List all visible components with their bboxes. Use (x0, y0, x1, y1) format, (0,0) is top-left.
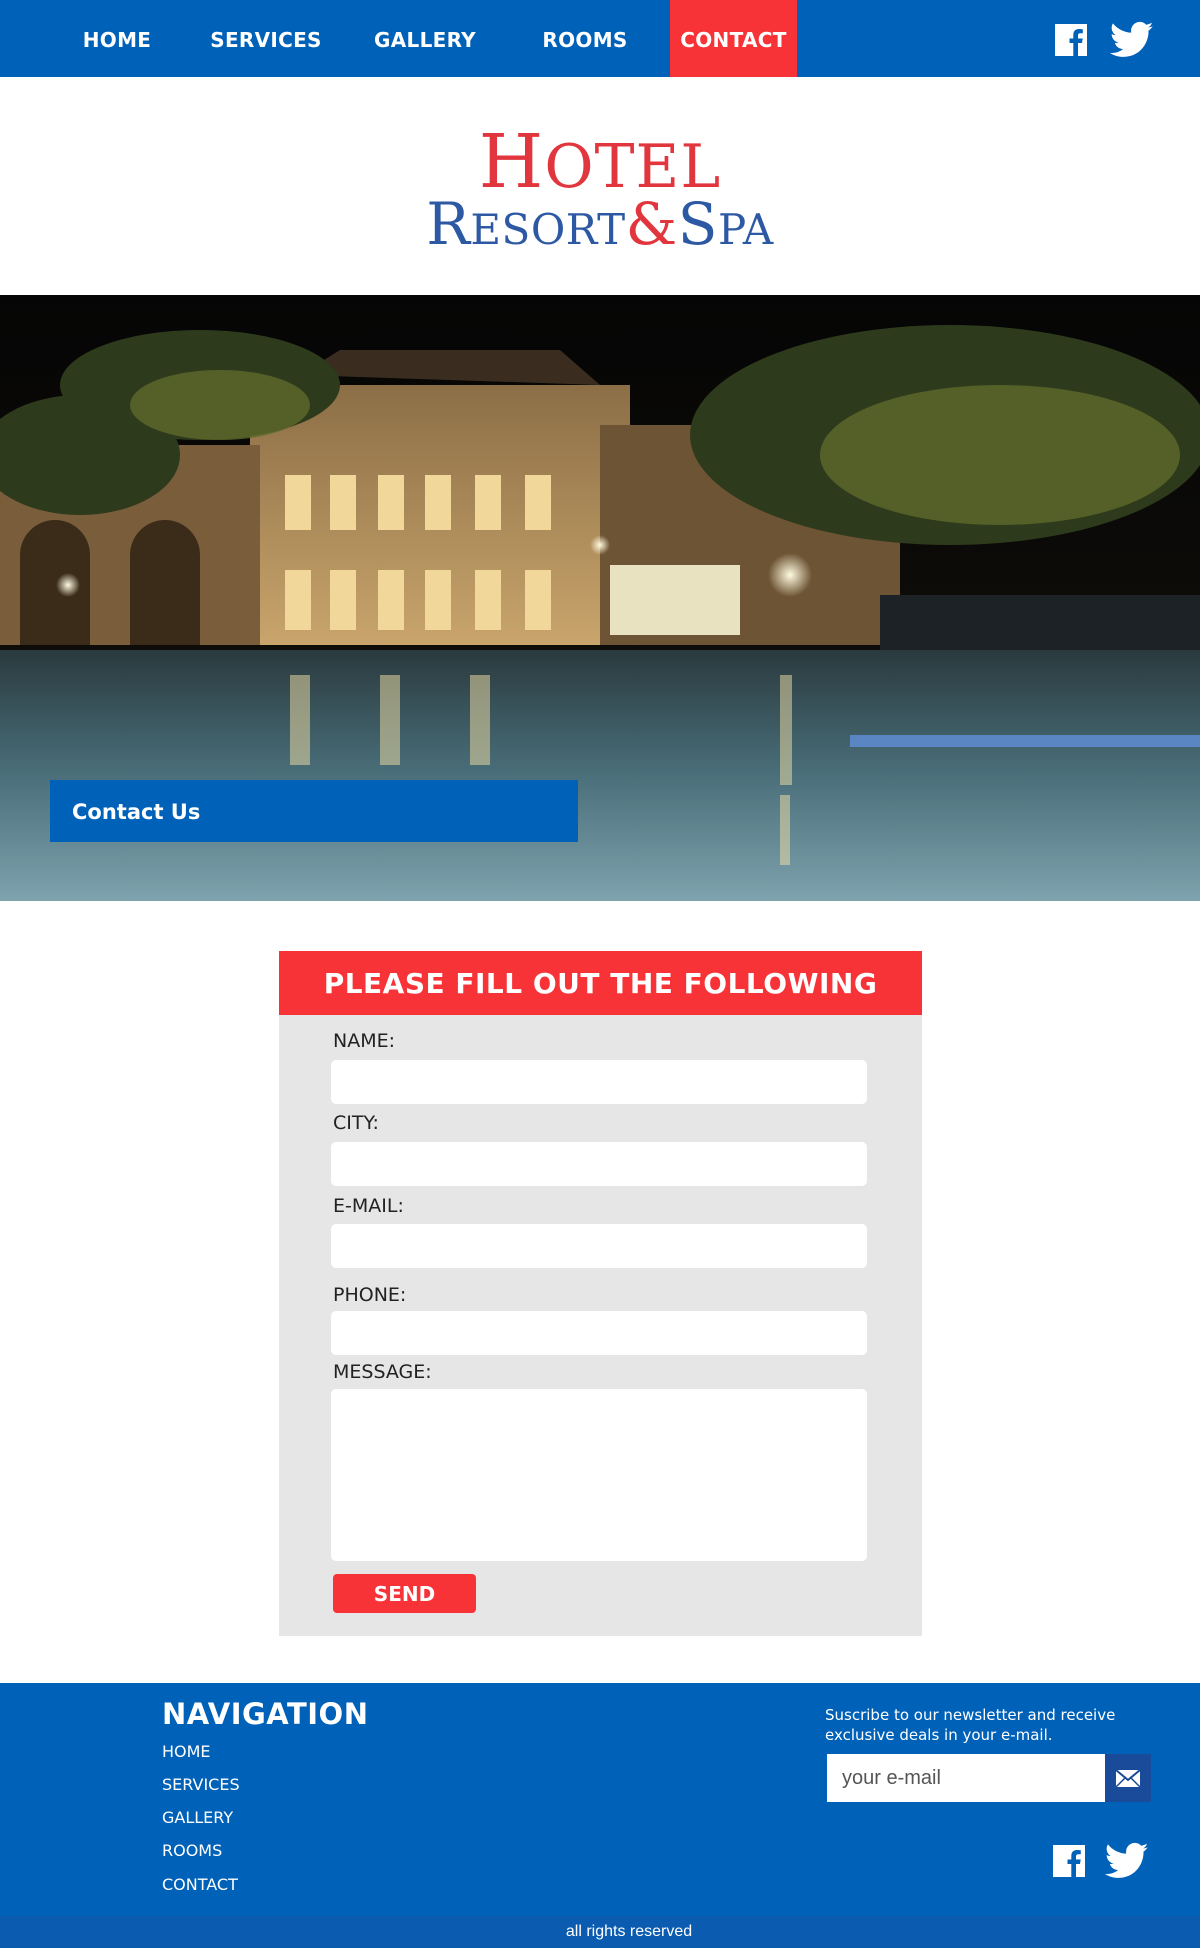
name-label: NAME: (333, 1030, 396, 1052)
footer-navigation-title: NAVIGATION (162, 1697, 369, 1731)
name-field[interactable] (331, 1060, 867, 1104)
newsletter-email-input[interactable]: your e-mail (827, 1754, 1105, 1802)
footer-link-contact[interactable]: CONTACT (162, 1875, 238, 1894)
footer-link-services[interactable]: SERVICES (162, 1775, 240, 1794)
form-title: PLEASE FILL OUT THE FOLLOWING FORM (279, 951, 922, 1066)
email-label: E-MAIL: (333, 1195, 404, 1217)
send-button[interactable]: SEND (333, 1574, 476, 1613)
footer-facebook-icon[interactable] (1050, 1842, 1088, 1880)
twitter-icon[interactable] (1109, 21, 1156, 59)
facebook-icon[interactable] (1052, 21, 1090, 59)
email-field[interactable] (331, 1224, 867, 1268)
copyright-bar: all rights reserved (0, 1916, 1200, 1948)
footer: NAVIGATION HOME SERVICES GALLERY ROOMS C… (0, 1683, 1200, 1916)
city-label: CITY: (333, 1112, 379, 1134)
envelope-icon (1115, 1769, 1141, 1788)
hotel-logo[interactable]: HOTEL RESORT&SPA (420, 119, 780, 254)
newsletter-submit-button[interactable] (1105, 1754, 1151, 1802)
nav-item-home[interactable]: HOME (62, 0, 172, 77)
nav-item-contact[interactable]: CONTACT (670, 0, 797, 77)
nav-item-gallery[interactable]: GALLERY (365, 0, 485, 77)
phone-label: PHONE: (333, 1284, 407, 1306)
city-field[interactable] (331, 1142, 867, 1186)
footer-twitter-icon[interactable] (1104, 1842, 1151, 1880)
contact-form: NAME: CITY: E-MAIL: PHONE: MESSAGE: SEND (279, 1015, 922, 1636)
hero-caption: Contact Us (50, 780, 578, 842)
message-field[interactable] (331, 1389, 867, 1561)
message-label: MESSAGE: (333, 1361, 432, 1383)
rights-text: all rights reserved (565, 1923, 693, 1940)
footer-link-gallery[interactable]: GALLERY (162, 1808, 233, 1827)
nav-item-rooms[interactable]: ROOMS (530, 0, 640, 77)
footer-link-rooms[interactable]: ROOMS (162, 1841, 222, 1860)
logo-hotel-text: HOTEL (478, 119, 722, 205)
newsletter-text: Suscribe to our newsletter and receive e… (825, 1706, 1116, 1744)
nav-item-services[interactable]: SERVICES (206, 0, 326, 77)
top-navigation-bar: HOME SERVICES GALLERY ROOMS CONTACT (0, 0, 1200, 77)
footer-link-home[interactable]: HOME (162, 1742, 211, 1761)
phone-field[interactable] (331, 1311, 867, 1355)
logo-resort-spa-text: RESORT&SPA (426, 190, 774, 258)
